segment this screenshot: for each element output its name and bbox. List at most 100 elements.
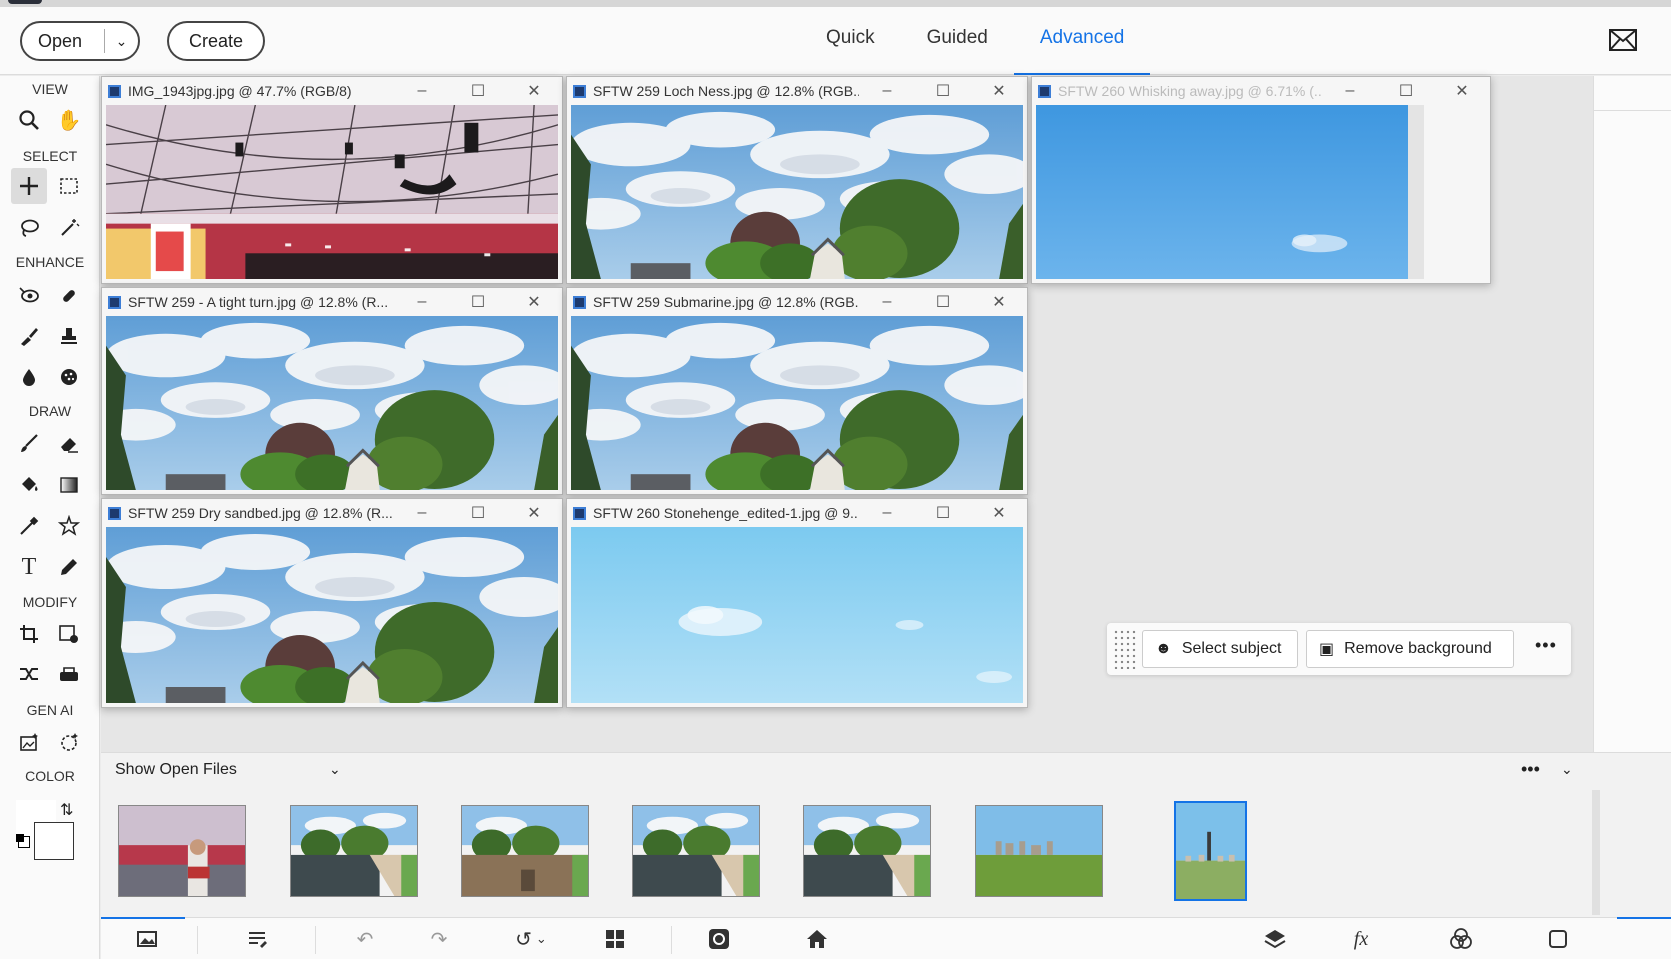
photo-bin-thumbnail[interactable] bbox=[632, 805, 760, 897]
paint-bucket-icon[interactable] bbox=[11, 467, 47, 503]
minimize-icon[interactable]: – bbox=[859, 293, 915, 311]
straighten-icon[interactable] bbox=[51, 656, 87, 692]
background-color-swatch[interactable] bbox=[34, 822, 74, 860]
minimize-icon[interactable]: – bbox=[1322, 82, 1378, 100]
color-swatches[interactable]: ⇅ bbox=[16, 800, 80, 860]
photo-bin-icon[interactable] bbox=[131, 926, 163, 952]
maximize-icon[interactable]: ☐ bbox=[1378, 81, 1434, 101]
document-window[interactable]: SFTW 260 Stonehenge_edited-1.jpg @ 9... –… bbox=[566, 498, 1028, 708]
more-options-icon[interactable]: ••• bbox=[1535, 635, 1557, 656]
crop-icon[interactable] bbox=[11, 616, 47, 652]
photo-bin-thumbnail[interactable] bbox=[975, 805, 1103, 897]
photo-bin-thumbnail[interactable] bbox=[461, 805, 589, 897]
custom-shape-icon[interactable] bbox=[51, 508, 87, 544]
minimize-icon[interactable]: – bbox=[394, 82, 450, 100]
more-options-icon[interactable]: ••• bbox=[1521, 759, 1540, 780]
maximize-icon[interactable]: ☐ bbox=[915, 292, 971, 312]
photo-bin-thumbnail[interactable] bbox=[290, 805, 418, 897]
document-canvas[interactable] bbox=[106, 527, 558, 703]
document-window[interactable]: SFTW 259 Loch Ness.jpg @ 12.8% (RGB... – ☐… bbox=[566, 76, 1028, 284]
undo-icon[interactable]: ↶ bbox=[349, 926, 381, 952]
document-window[interactable]: SFTW 259 - A tight turn.jpg @ 12.8% (R..… bbox=[101, 287, 563, 495]
zoom-icon[interactable] bbox=[11, 102, 47, 138]
close-icon[interactable]: ✕ bbox=[506, 292, 562, 312]
collapse-icon[interactable]: ⌄ bbox=[1561, 761, 1573, 778]
content-aware-move-icon[interactable] bbox=[11, 656, 47, 692]
show-open-files-dropdown[interactable]: Show Open Files bbox=[115, 761, 237, 779]
generative-remove-icon[interactable] bbox=[51, 724, 87, 760]
tab-quick[interactable]: Quick bbox=[800, 7, 901, 75]
document-canvas[interactable] bbox=[106, 105, 558, 279]
photo-bin-thumbnail[interactable] bbox=[118, 805, 246, 897]
lasso-icon[interactable] bbox=[11, 210, 47, 246]
close-icon[interactable]: ✕ bbox=[971, 292, 1027, 312]
open-button[interactable]: Open ⌄ bbox=[20, 21, 140, 61]
gradient-icon[interactable] bbox=[51, 467, 87, 503]
maximize-icon[interactable]: ☐ bbox=[915, 503, 971, 523]
close-icon[interactable]: ✕ bbox=[971, 81, 1027, 101]
document-window[interactable]: SFTW 260 Whisking away.jpg @ 6.71% (... –… bbox=[1031, 76, 1491, 284]
organizer-icon[interactable] bbox=[703, 926, 735, 952]
default-colors-icon[interactable] bbox=[16, 834, 30, 848]
drag-handle-icon[interactable] bbox=[1113, 629, 1137, 669]
text-icon[interactable]: T bbox=[11, 549, 47, 585]
maximize-icon[interactable]: ☐ bbox=[915, 81, 971, 101]
chevron-down-icon[interactable]: ⌄ bbox=[105, 33, 138, 50]
remove-background-button[interactable]: ▣ Remove background bbox=[1306, 630, 1514, 668]
document-canvas[interactable] bbox=[571, 527, 1023, 703]
document-window[interactable]: SFTW 259 Dry sandbed.jpg @ 12.8% (R... – ☐… bbox=[101, 498, 563, 708]
maximize-icon[interactable]: ☐ bbox=[450, 503, 506, 523]
blur-drop-icon[interactable] bbox=[11, 359, 47, 395]
create-button[interactable]: Create bbox=[167, 21, 265, 61]
minimize-icon[interactable]: – bbox=[859, 504, 915, 522]
recompose-icon[interactable] bbox=[51, 616, 87, 652]
close-icon[interactable]: ✕ bbox=[506, 503, 562, 523]
swap-colors-icon[interactable]: ⇅ bbox=[60, 800, 73, 820]
layers-icon[interactable] bbox=[1259, 926, 1291, 952]
magic-wand-icon[interactable] bbox=[51, 210, 87, 246]
tab-guided[interactable]: Guided bbox=[901, 7, 1014, 75]
hand-icon[interactable]: ✋ bbox=[51, 102, 87, 138]
clone-stamp-icon[interactable] bbox=[51, 318, 87, 354]
maximize-icon[interactable]: ☐ bbox=[450, 81, 506, 101]
healing-brush-icon[interactable] bbox=[51, 277, 87, 313]
document-window[interactable]: SFTW 259 Submarine.jpg @ 12.8% (RGB... – ☐… bbox=[566, 287, 1028, 495]
mail-icon[interactable] bbox=[1609, 29, 1637, 51]
effects-icon[interactable]: fx bbox=[1345, 926, 1377, 952]
marquee-icon[interactable] bbox=[51, 168, 87, 204]
red-eye-icon[interactable] bbox=[11, 277, 47, 313]
chevron-down-icon[interactable]: ⌄ bbox=[329, 761, 341, 778]
photo-bin-thumbnail[interactable] bbox=[803, 805, 931, 897]
document-canvas[interactable] bbox=[106, 316, 558, 490]
redo-icon[interactable]: ↷ bbox=[423, 926, 455, 952]
minimize-icon[interactable]: – bbox=[394, 504, 450, 522]
smart-brush-icon[interactable] bbox=[11, 318, 47, 354]
sponge-icon[interactable] bbox=[51, 359, 87, 395]
document-canvas[interactable] bbox=[1036, 105, 1408, 279]
tab-advanced[interactable]: Advanced bbox=[1013, 7, 1151, 75]
adjustments-icon[interactable] bbox=[1445, 926, 1477, 952]
eraser-icon[interactable] bbox=[51, 425, 87, 461]
move-icon[interactable] bbox=[11, 168, 47, 204]
close-icon[interactable]: ✕ bbox=[1434, 81, 1490, 101]
document-canvas[interactable] bbox=[571, 316, 1023, 490]
document-window[interactable]: IMG_1943jpg.jpg @ 47.7% (RGB/8) – ☐ ✕ bbox=[101, 76, 563, 284]
maximize-icon[interactable]: ☐ bbox=[450, 292, 506, 312]
brush-icon[interactable] bbox=[11, 425, 47, 461]
minimize-icon[interactable]: – bbox=[859, 82, 915, 100]
minimize-icon[interactable]: – bbox=[394, 293, 450, 311]
eyedropper-icon[interactable] bbox=[11, 508, 47, 544]
rotate-icon[interactable]: ↺ ⌄ bbox=[507, 926, 555, 952]
graphics-icon[interactable] bbox=[1545, 926, 1571, 952]
photo-bin-thumbnail[interactable] bbox=[1174, 801, 1247, 901]
pencil-icon[interactable] bbox=[51, 549, 87, 585]
close-icon[interactable]: ✕ bbox=[506, 81, 562, 101]
home-icon[interactable] bbox=[801, 926, 833, 952]
select-subject-button[interactable]: ☻ Select subject bbox=[1142, 630, 1298, 668]
document-canvas[interactable] bbox=[571, 105, 1023, 279]
generative-fill-icon[interactable] bbox=[11, 724, 47, 760]
close-icon[interactable]: ✕ bbox=[971, 503, 1027, 523]
tool-options-icon[interactable] bbox=[241, 926, 273, 952]
photo-bin-scrollbar[interactable] bbox=[1592, 790, 1600, 915]
canvas-scrollbar[interactable] bbox=[1408, 105, 1424, 279]
